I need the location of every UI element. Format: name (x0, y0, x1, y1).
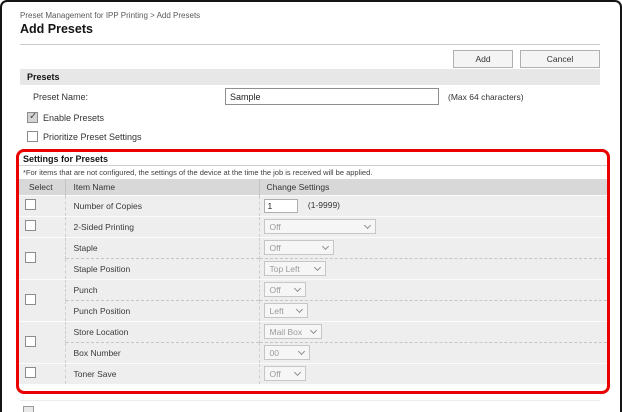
title-divider (20, 44, 600, 45)
chevron-down-icon (363, 221, 371, 230)
page-title: Add Presets (20, 22, 93, 36)
settings-for-presets-panel: Settings for Presets *For items that are… (16, 149, 610, 394)
chevron-down-icon (321, 242, 329, 251)
punch-position-select[interactable]: Left (263, 303, 308, 318)
staple-position-select[interactable]: Top Left (263, 261, 326, 276)
staple-position-label: Staple Position (64, 257, 259, 279)
settings-section-title: Settings for Presets (19, 152, 607, 166)
staple-group-checkbox[interactable] (25, 251, 36, 263)
punch-group-checkbox[interactable] (25, 293, 36, 305)
app-window: Preset Management for IPP Printing > Add… (0, 0, 622, 412)
presets-section-header: Presets (20, 69, 600, 85)
enable-presets-checkbox[interactable] (27, 111, 38, 123)
staple-label: Staple (64, 236, 259, 258)
table-row-punch: Punch Off (19, 278, 607, 321)
punch-label: Punch (64, 278, 259, 300)
number-of-copies-label: Number of Copies (64, 194, 259, 216)
punch-select[interactable]: Off (263, 282, 306, 297)
box-number-value: 00 (269, 347, 279, 358)
enable-presets-row: Enable Presets (27, 111, 105, 123)
punch-position-label: Punch Position (64, 299, 259, 321)
table-row-box-number: Box Number 00 (19, 341, 607, 363)
preset-name-label: Preset Name: (33, 92, 89, 102)
store-location-select[interactable]: Mail Box (263, 324, 322, 339)
box-number-select[interactable]: 00 (263, 345, 310, 360)
chevron-down-icon (297, 347, 305, 356)
cancel-button[interactable]: Cancel (520, 50, 600, 68)
2-sided-printing-value: Off (269, 221, 281, 232)
number-of-copies-input[interactable] (263, 198, 298, 213)
column-header-change-settings: Change Settings (258, 179, 607, 195)
column-header-item-name: Item Name (64, 179, 259, 195)
table-row-2-sided-printing: 2-Sided Printing Off (19, 215, 607, 237)
staple-value: Off (269, 242, 281, 253)
settings-table: Select Item Name Change Settings Number … (19, 179, 607, 384)
section-divider (20, 400, 600, 401)
2-sided-printing-checkbox[interactable] (25, 220, 36, 231)
breadcrumb[interactable]: Preset Management for IPP Printing > Add… (20, 11, 200, 20)
column-header-select: Select (19, 179, 65, 195)
box-number-label: Box Number (64, 341, 259, 363)
chevron-down-icon (293, 284, 301, 293)
punch-position-value: Left (269, 305, 284, 316)
toner-save-select[interactable]: Off (263, 366, 306, 382)
table-row-number-of-copies: Number of Copies (1-9999) (19, 194, 607, 216)
store-location-value: Mail Box (269, 326, 303, 337)
toner-save-label: Toner Save (64, 362, 259, 384)
prioritize-preset-settings-checkbox[interactable] (27, 131, 38, 142)
chevron-down-icon (295, 305, 303, 314)
table-row-staple-position: Staple Position Top Left (19, 257, 607, 279)
action-buttons: Add Cancel (453, 50, 600, 68)
preset-name-input[interactable] (225, 88, 439, 105)
prioritize-preset-settings-row: Prioritize Preset Settings (27, 131, 142, 142)
preset-name-hint: (Max 64 characters) (448, 92, 524, 102)
settings-note: *For items that are not configured, the … (23, 168, 373, 177)
table-row-store-location: Store Location Mail Box (19, 320, 607, 363)
2-sided-printing-label: 2-Sided Printing (64, 215, 259, 237)
partially-visible-checkbox[interactable] (23, 406, 34, 412)
toner-save-value: Off (269, 368, 281, 379)
add-button[interactable]: Add (453, 50, 513, 68)
table-row-staple: Staple Off (19, 236, 607, 279)
table-header-row: Select Item Name Change Settings (19, 179, 607, 195)
store-location-label: Store Location (64, 320, 259, 342)
store-location-group-checkbox[interactable] (25, 335, 36, 347)
enable-presets-label: Enable Presets (43, 112, 105, 123)
chevron-down-icon (309, 326, 317, 335)
number-of-copies-checkbox[interactable] (25, 199, 36, 210)
2-sided-printing-select[interactable]: Off (263, 219, 376, 234)
table-row-toner-save: Toner Save Off (19, 362, 607, 384)
chevron-down-icon (293, 369, 301, 377)
punch-value: Off (269, 284, 281, 295)
staple-position-value: Top Left (269, 263, 300, 274)
staple-select[interactable]: Off (263, 240, 334, 255)
table-row-punch-position: Punch Position Left (19, 299, 607, 321)
prioritize-preset-settings-label: Prioritize Preset Settings (43, 131, 142, 142)
number-of-copies-range-hint: (1-9999) (307, 199, 341, 210)
toner-save-checkbox[interactable] (25, 367, 36, 379)
chevron-down-icon (313, 263, 321, 272)
